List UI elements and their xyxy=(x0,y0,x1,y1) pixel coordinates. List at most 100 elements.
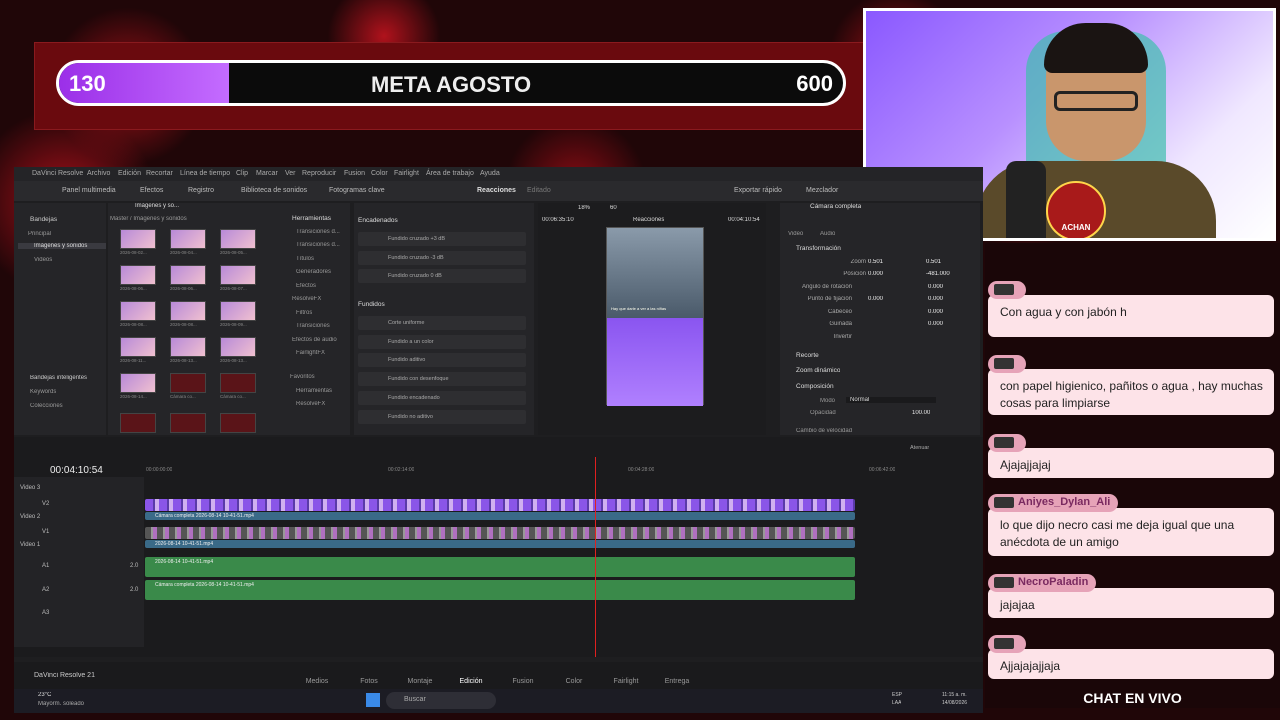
media-thumb[interactable] xyxy=(220,337,256,357)
bin-item-selected[interactable]: Imágenes y sonidos xyxy=(18,243,106,249)
page-photos[interactable]: Fotos xyxy=(349,678,389,685)
menu-item[interactable]: Área de trabajo xyxy=(426,170,474,177)
audio-thumb[interactable] xyxy=(220,413,256,433)
attenuate-button[interactable]: Atenuar xyxy=(910,445,929,451)
fx-fade[interactable]: Fundido a un color xyxy=(358,335,526,349)
effects-button[interactable]: Efectos xyxy=(140,187,163,194)
menu-item[interactable]: DaVinci Resolve xyxy=(32,170,83,177)
menu-item[interactable]: Color xyxy=(371,170,388,177)
fx-category[interactable]: Transiciones xyxy=(296,323,330,329)
menu-item[interactable]: Recortar xyxy=(146,170,173,177)
smart-bin-item[interactable]: Colecciones xyxy=(30,403,63,409)
tab-video[interactable]: Video xyxy=(788,231,803,237)
menu-item[interactable]: Clip xyxy=(236,170,248,177)
page-deliver[interactable]: Entrega xyxy=(657,678,697,685)
opacity-value[interactable]: 100.00 xyxy=(912,410,930,416)
clock-time[interactable]: 11:15 a. m. xyxy=(942,692,967,698)
speed-header[interactable]: Cambio de velocidad xyxy=(796,428,852,434)
media-thumb[interactable] xyxy=(220,301,256,321)
media-thumb[interactable] xyxy=(120,301,156,321)
fx-fade[interactable]: Fundido aditivo xyxy=(358,353,526,367)
media-thumb[interactable] xyxy=(220,265,256,285)
clip-v2-video[interactable] xyxy=(145,499,855,511)
fx-category[interactable]: Transiciones d... xyxy=(296,242,340,248)
bin-item[interactable]: Videos xyxy=(34,257,52,263)
fx-fade[interactable]: Fundido encadenado xyxy=(358,391,526,405)
clip-v2-name[interactable]: Cámara completa 2026-08-14 10-41-51.mp4 xyxy=(145,512,855,520)
media-thumb[interactable] xyxy=(170,265,206,285)
audio-thumb[interactable] xyxy=(170,373,206,393)
fx-crossfade[interactable]: Fundido cruzado 0 dB xyxy=(358,269,526,283)
composite-header[interactable]: Composición xyxy=(796,383,834,390)
page-fusion[interactable]: Fusion xyxy=(503,678,543,685)
page-color[interactable]: Color xyxy=(554,678,594,685)
fx-category[interactable]: Favoritos xyxy=(290,374,315,380)
menu-item[interactable]: Edición xyxy=(118,170,141,177)
fx-crossfade[interactable]: Fundido cruzado +3 dB xyxy=(358,232,526,246)
dynamic-zoom-header[interactable]: Zoom dinámico xyxy=(796,367,840,374)
audio-thumb[interactable] xyxy=(120,413,156,433)
mode-select[interactable]: Normal xyxy=(846,397,936,403)
menu-item[interactable]: Ayuda xyxy=(480,170,500,177)
audio-thumb[interactable] xyxy=(170,413,206,433)
clip-a2[interactable]: Cámara completa 2026-08-14 10-41-51.mp4 xyxy=(145,580,855,600)
menu-item[interactable]: Marcar xyxy=(256,170,278,177)
fx-fade[interactable]: Corte uniforme xyxy=(358,316,526,330)
menu-item[interactable]: Fusion xyxy=(344,170,365,177)
zoom-level[interactable]: 18% xyxy=(578,205,590,211)
fx-category[interactable]: Filtros xyxy=(296,310,312,316)
smart-bin-item[interactable]: Keywords xyxy=(30,389,56,395)
media-thumb[interactable] xyxy=(170,229,206,249)
media-thumb[interactable] xyxy=(170,301,206,321)
media-thumb[interactable] xyxy=(220,229,256,249)
fx-category[interactable]: Transiciones d... xyxy=(296,229,340,235)
media-thumb[interactable] xyxy=(120,337,156,357)
menu-item[interactable]: Fairlight xyxy=(394,170,419,177)
fx-category[interactable]: FairlightFX xyxy=(296,350,325,356)
fx-category[interactable]: Efectos xyxy=(296,283,316,289)
playhead[interactable] xyxy=(595,457,596,657)
menu-item[interactable]: Reproducir xyxy=(302,170,336,177)
fx-fade[interactable]: Fundido con desenfoque xyxy=(358,372,526,386)
clip-v1-video[interactable] xyxy=(145,527,855,539)
sound-library-button[interactable]: Biblioteca de sonidos xyxy=(241,187,307,194)
media-thumb[interactable] xyxy=(120,265,156,285)
weather-desc[interactable]: Mayorm. soleado xyxy=(38,701,84,707)
fx-category[interactable]: ResolveFX xyxy=(292,296,321,302)
media-thumb[interactable] xyxy=(170,337,206,357)
taskbar-search[interactable]: Buscar xyxy=(386,692,496,709)
page-edit[interactable]: Edición xyxy=(451,678,491,685)
fx-category[interactable]: Generadores xyxy=(296,269,331,275)
media-thumb[interactable] xyxy=(120,373,156,393)
media-thumb[interactable] xyxy=(120,229,156,249)
clip-a1[interactable]: 2026-08-14 10-41-51.mp4 xyxy=(145,557,855,577)
page-media[interactable]: Medios xyxy=(297,678,337,685)
fx-category[interactable]: Títulos xyxy=(296,256,314,262)
mixer-button[interactable]: Mezclador xyxy=(806,187,838,194)
clip-v1-name[interactable]: 2026-08-14 10-41-51.mp4 xyxy=(145,540,855,548)
crop-header[interactable]: Recorte xyxy=(796,352,819,359)
windows-start-icon[interactable] xyxy=(366,693,380,707)
weather-temp[interactable]: 23°C xyxy=(38,692,51,698)
menu-item[interactable]: Ver xyxy=(285,170,296,177)
menu-item[interactable]: Línea de tiempo xyxy=(180,170,230,177)
page-fairlight[interactable]: Fairlight xyxy=(606,678,646,685)
keyframes-button[interactable]: Fotogramas clave xyxy=(329,187,385,194)
fx-fade[interactable]: Fundido no aditivo xyxy=(358,410,526,424)
fx-category[interactable]: Efectos de audio xyxy=(292,337,337,343)
language-indicator-2[interactable]: LAA xyxy=(892,700,901,706)
tab-audio[interactable]: Audio xyxy=(820,231,835,237)
fx-category[interactable]: ResolveFX xyxy=(296,401,325,407)
language-indicator[interactable]: ESP xyxy=(892,692,902,698)
fx-category[interactable]: Herramientas xyxy=(296,388,332,394)
audio-thumb[interactable] xyxy=(220,373,256,393)
page-cut[interactable]: Montaje xyxy=(400,678,440,685)
clock-date[interactable]: 14/08/2026 xyxy=(942,700,967,706)
fx-crossfade[interactable]: Fundido cruzado -3 dB xyxy=(358,251,526,265)
current-bin[interactable]: Imágenes y so... xyxy=(135,203,179,209)
media-pool-button[interactable]: Panel multimedia xyxy=(62,187,116,194)
index-button[interactable]: Registro xyxy=(188,187,214,194)
menu-item[interactable]: Archivo xyxy=(87,170,110,177)
bin-item[interactable]: Principal xyxy=(28,231,51,237)
quick-export-button[interactable]: Exportar rápido xyxy=(734,187,782,194)
